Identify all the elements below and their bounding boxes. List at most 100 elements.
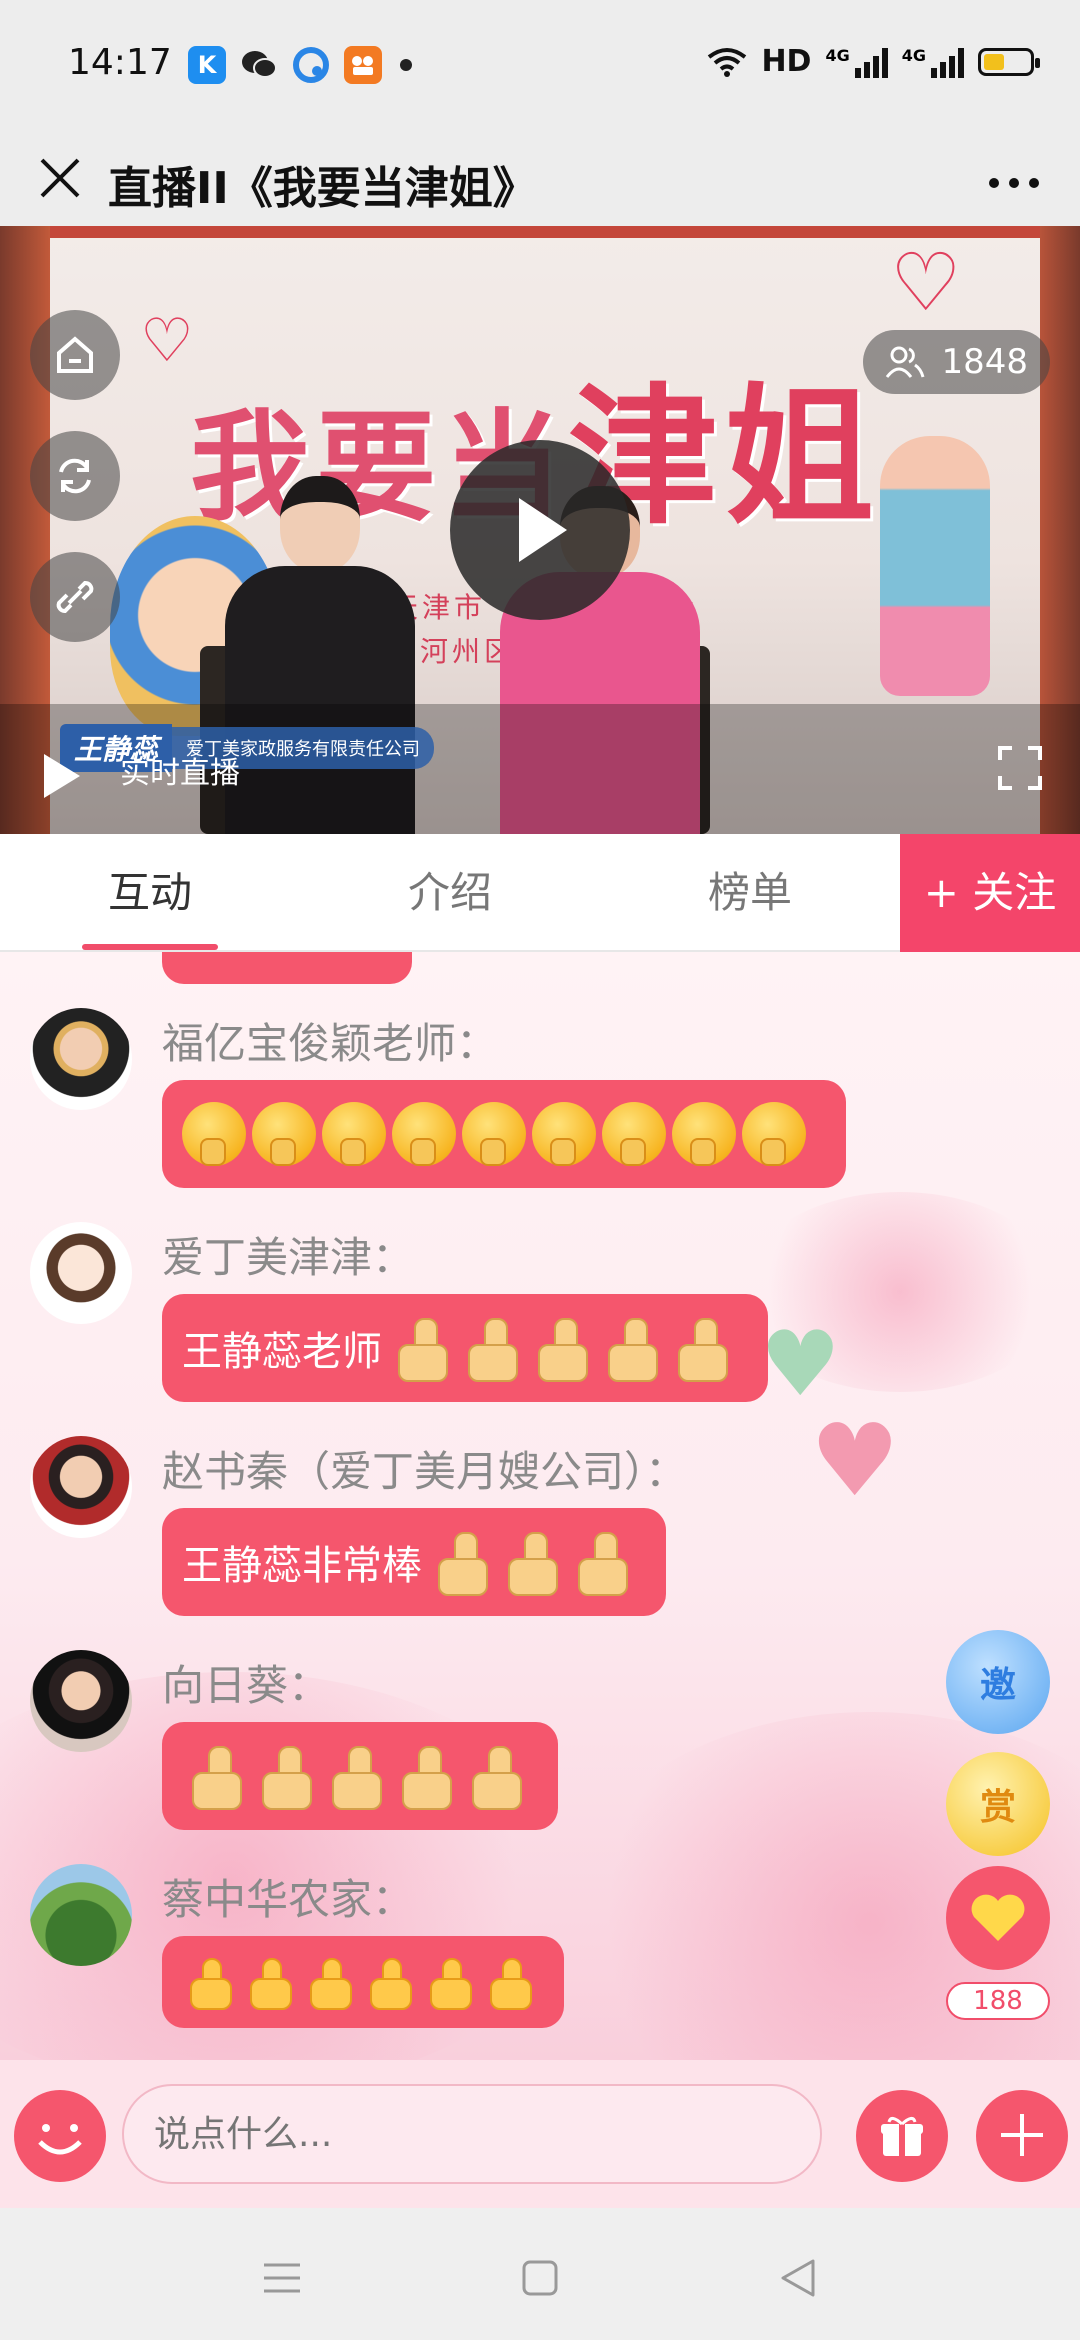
emoji-button[interactable] [14,2090,106,2182]
follow-button[interactable]: + 关注 [900,834,1080,952]
camera-app-icon [344,46,382,84]
wifi-icon [708,47,747,77]
shushing-emoji-icon [252,1102,316,1166]
sender-name: 福亿宝俊颖老师： [162,1019,499,1068]
thumbs-up-emoji-icon [462,1744,526,1810]
heart-decoration: ♡ [140,306,194,376]
play-icon [519,498,567,562]
lower-third: 王静蕊 爱丁美家政服务有限责任公司 [60,724,435,772]
message-bubble [162,1936,564,2028]
reward-label: 赏 [979,1787,1016,1828]
like-button[interactable] [946,1866,1050,1970]
input-bar [0,2060,1080,2208]
fullscreen-icon[interactable] [998,746,1042,790]
avatar[interactable] [30,1222,132,1324]
status-app-icons: K [188,46,412,84]
thumbs-up-emoji-icon [482,1950,536,2014]
close-icon [40,158,80,198]
thumbs-up-emoji-icon [302,1950,356,2014]
shushing-emoji-icon [672,1102,736,1166]
thumbs-up-emoji-icon [242,1950,296,2014]
message-text: 王静蕊老师 [182,1329,382,1375]
home-nav-button[interactable] [510,2248,570,2308]
viewer-count: 1848 [941,342,1028,382]
reward-button[interactable]: 赏 [946,1752,1050,1856]
active-tab-indicator [82,944,218,950]
chat-feed[interactable]: ♥ ♥ 福亿宝俊颖老师： 爱丁美津津： 王静蕊老师 赵书秦（爱丁美月嫂公司）： … [0,952,1080,2060]
signal-2-icon: 4G [902,46,964,78]
menu-nav-button[interactable] [252,2248,312,2308]
message-text: 王静蕊非常棒 [182,1543,422,1589]
play-button[interactable] [450,440,630,620]
close-button[interactable] [30,148,90,208]
wechat-icon [240,46,278,84]
thumbs-up-emoji-icon [428,1530,492,1596]
refresh-icon [59,458,91,494]
page-title: 直播II《我要当津姐》 [108,163,537,214]
home-icon [57,336,93,373]
invite-button[interactable]: 邀 [946,1630,1050,1734]
tab-intro[interactable]: 介绍 [300,834,600,952]
comment-input[interactable] [122,2084,822,2184]
message-bubble [162,1080,846,1188]
message-bubble [162,1722,558,1830]
link-icon [56,581,94,613]
message-bubble: 王静蕊老师 [162,1294,768,1402]
battery-icon [978,47,1040,76]
avatar[interactable] [30,1436,132,1538]
back-triangle-icon [781,2259,815,2297]
shushing-emoji-icon [322,1102,386,1166]
more-button[interactable] [974,142,1054,212]
avatar[interactable] [30,1008,132,1110]
thumbs-up-emoji-icon [528,1316,592,1382]
play-small-icon[interactable] [40,750,84,802]
viewer-count-badge: 1848 [863,330,1050,394]
sender-name: 向日葵： [162,1661,331,1710]
thumbs-up-emoji-icon [388,1316,452,1382]
header: 直播II《我要当津姐》 [0,130,1080,226]
invite-label: 邀 [979,1665,1016,1706]
shushing-emoji-icon [392,1102,456,1166]
smile-icon [38,2124,82,2155]
viewers-icon [886,346,925,378]
browser-icon [292,46,330,84]
sender-name: 蔡中华农家： [162,1875,415,1924]
sender-name: 赵书秦（爱丁美月嫂公司）： [162,1447,688,1496]
status-indicators: HD 4G 4G [707,44,1040,79]
like-count: 188 [946,1982,1050,2020]
refresh-button[interactable] [30,431,120,521]
thumbs-up-emoji-icon [422,1950,476,2014]
thumbs-up-emoji-icon [182,1950,236,2014]
heart-decoration: ♥ [810,1402,900,1519]
gift-button[interactable] [856,2090,948,2182]
plus-icon [1001,2114,1043,2156]
tab-bar: 互动 介绍 榜单 + 关注 [0,834,1080,952]
heart-decoration: ♡ [890,236,962,329]
link-button[interactable] [30,552,120,642]
home-button[interactable] [30,310,120,400]
more-actions-button[interactable] [976,2090,1068,2182]
shushing-emoji-icon [182,1102,246,1166]
live-label: 实时直播 [120,756,240,791]
live-video-player[interactable]: ♡ ♡ 我要当津姐 天津市会 河州区 王静蕊 爱丁美家政服务有限责任公司 184… [0,226,1080,834]
sender-name: 爱丁美津津： [162,1233,415,1282]
thumbs-up-emoji-icon [182,1744,246,1810]
back-nav-button[interactable] [768,2248,828,2308]
message-bubble: 王静蕊非常棒 [162,1508,666,1616]
shushing-emoji-icon [742,1102,806,1166]
system-nav-bar [0,2208,1080,2340]
thumbs-up-emoji-icon [498,1530,562,1596]
tab-interaction[interactable]: 互动 [0,834,300,952]
thumbs-up-emoji-icon [252,1744,316,1810]
more-icon [989,178,1039,188]
thumbs-up-emoji-icon [322,1744,386,1810]
kuaishou-icon: K [188,46,226,84]
avatar[interactable] [30,1650,132,1752]
message-bubble-partial [162,952,412,984]
battery-level [984,53,1004,70]
menu-icon [264,2263,300,2293]
tab-ranking[interactable]: 榜单 [600,834,900,952]
heart-icon [971,1894,1025,1941]
shushing-emoji-icon [462,1102,526,1166]
avatar[interactable] [30,1864,132,1966]
